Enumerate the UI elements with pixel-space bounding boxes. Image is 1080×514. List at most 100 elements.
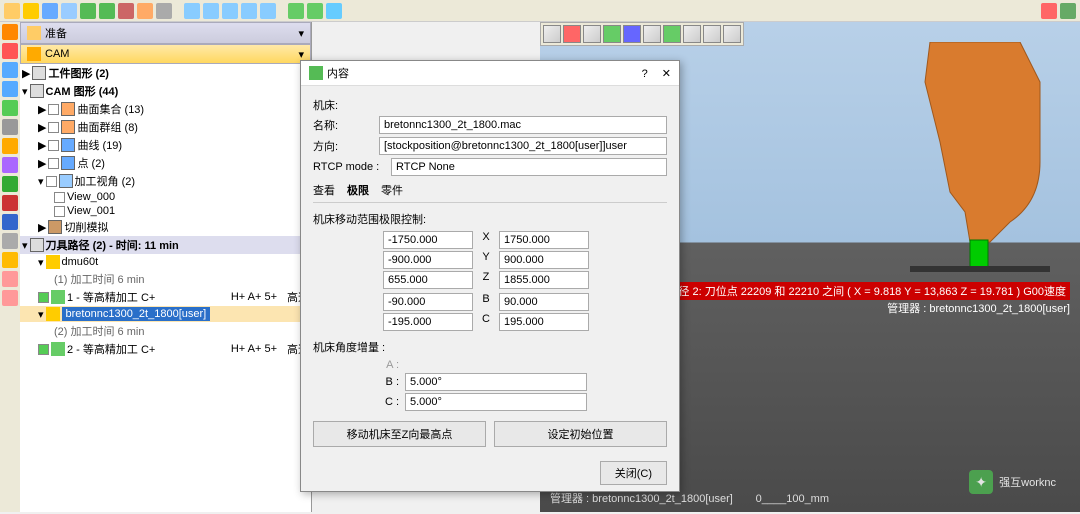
- tree-machine[interactable]: ▾bretonnc1300_2t_1800[user]: [20, 306, 311, 322]
- iso-icon[interactable]: [260, 3, 276, 19]
- view-wire-icon[interactable]: [663, 25, 681, 43]
- tool-14-icon[interactable]: [2, 271, 18, 287]
- tool-4-icon[interactable]: [2, 81, 18, 97]
- checkbox[interactable]: [48, 158, 59, 169]
- tool-5-icon[interactable]: [2, 100, 18, 116]
- checkbox[interactable]: [46, 176, 57, 187]
- tool-13-icon[interactable]: [2, 252, 18, 268]
- tree-op2[interactable]: 2 - 等高精加工 C+H+ A+ 5+高速: [20, 340, 311, 358]
- sheet-icon[interactable]: [307, 3, 323, 19]
- tree-camgeom[interactable]: ▾CAM 图形 (44): [20, 82, 311, 100]
- tool-2-icon[interactable]: [2, 43, 18, 59]
- checkbox[interactable]: [54, 192, 65, 203]
- view-cube-icon[interactable]: [543, 25, 561, 43]
- tool-3-icon[interactable]: [2, 62, 18, 78]
- view-blue-icon[interactable]: [623, 25, 641, 43]
- z-min-input[interactable]: [383, 271, 473, 289]
- play-icon[interactable]: [1060, 3, 1076, 19]
- view-red-icon[interactable]: [563, 25, 581, 43]
- y-min-input[interactable]: [383, 251, 473, 269]
- close-button[interactable]: 关闭(C): [600, 461, 667, 485]
- tree-viewangle[interactable]: ▾加工视角 (2): [20, 172, 311, 190]
- tree-surfgroup[interactable]: ▶曲面群组 (8): [20, 118, 311, 136]
- tree-label: 刀具路径 (2) - 时间: 11 min: [46, 237, 179, 253]
- pan-icon[interactable]: [203, 3, 219, 19]
- direction-field: 方向:: [313, 137, 667, 155]
- c-max-input[interactable]: [499, 313, 589, 331]
- tool-1-icon[interactable]: [2, 24, 18, 40]
- z-max-input[interactable]: [499, 271, 589, 289]
- prepare-header[interactable]: 准备▾: [20, 22, 311, 44]
- rtcp-input[interactable]: [391, 158, 667, 176]
- tool-10-icon[interactable]: [2, 195, 18, 211]
- checkbox[interactable]: [48, 140, 59, 151]
- tree-view0[interactable]: View_000: [20, 190, 311, 204]
- b-min-input[interactable]: [383, 293, 473, 311]
- tab-limit[interactable]: 极限: [347, 182, 369, 198]
- tab-view[interactable]: 查看: [313, 182, 335, 198]
- tree-dmu-sub: (1) 加工时间 6 min: [20, 270, 311, 288]
- tree-workpiece[interactable]: ▶工件图形 (2): [20, 64, 311, 82]
- cut-icon[interactable]: [118, 3, 134, 19]
- folder-icon: [32, 66, 46, 80]
- view-mesh-icon[interactable]: [683, 25, 701, 43]
- stop-icon[interactable]: [1041, 3, 1057, 19]
- tree-op1[interactable]: 1 - 等高精加工 C+H+ A+ 5+高速: [20, 288, 311, 306]
- tree-surfset[interactable]: ▶曲面集合 (13): [20, 100, 311, 118]
- axis-c-label: C: [479, 313, 493, 331]
- direction-input[interactable]: [379, 137, 667, 155]
- name-input[interactable]: [379, 116, 667, 134]
- info-icon[interactable]: [326, 3, 342, 19]
- cam-header[interactable]: CAM▾: [20, 44, 311, 64]
- y-max-input[interactable]: [499, 251, 589, 269]
- set-init-button[interactable]: 设定初始位置: [494, 421, 667, 447]
- tool-6-icon[interactable]: [2, 119, 18, 135]
- save-icon[interactable]: [42, 3, 58, 19]
- c-min-input[interactable]: [383, 313, 473, 331]
- tree-view1[interactable]: View_001: [20, 204, 311, 218]
- view-opt-icon[interactable]: [703, 25, 721, 43]
- checkbox[interactable]: [38, 292, 49, 303]
- view-opt2-icon[interactable]: [723, 25, 741, 43]
- tree-cutsim[interactable]: ▶切削模拟: [20, 218, 311, 236]
- view-green-icon[interactable]: [603, 25, 621, 43]
- move-z-button[interactable]: 移动机床至Z向最高点: [313, 421, 486, 447]
- calc-icon[interactable]: [288, 3, 304, 19]
- redo-icon[interactable]: [99, 3, 115, 19]
- rotate-icon[interactable]: [222, 3, 238, 19]
- dialog-titlebar[interactable]: 内容 ?✕: [301, 61, 679, 86]
- view-shade-icon[interactable]: [643, 25, 661, 43]
- tool-7-icon[interactable]: [2, 138, 18, 154]
- b-max-input[interactable]: [499, 293, 589, 311]
- close-icon[interactable]: ✕: [662, 68, 671, 80]
- tree-dmu[interactable]: ▾dmu60t: [20, 254, 311, 270]
- tree-points[interactable]: ▶点 (2): [20, 154, 311, 172]
- paste-icon[interactable]: [156, 3, 172, 19]
- x-max-input[interactable]: [499, 231, 589, 249]
- tool-9-icon[interactable]: [2, 176, 18, 192]
- tree-curves[interactable]: ▶曲线 (19): [20, 136, 311, 154]
- copy-icon[interactable]: [137, 3, 153, 19]
- status-line2: 管理器 : bretonnc1300_2t_1800[user]: [887, 303, 1070, 315]
- checkbox[interactable]: [48, 122, 59, 133]
- refresh-icon[interactable]: [61, 3, 77, 19]
- new-icon[interactable]: [4, 3, 20, 19]
- checkbox[interactable]: [38, 344, 49, 355]
- view-iso-icon[interactable]: [583, 25, 601, 43]
- tab-part[interactable]: 零件: [381, 182, 403, 198]
- x-min-input[interactable]: [383, 231, 473, 249]
- checkbox[interactable]: [48, 104, 59, 115]
- zoom-icon[interactable]: [184, 3, 200, 19]
- checkbox[interactable]: [54, 206, 65, 217]
- angle-c-input[interactable]: [405, 393, 587, 411]
- tool-15-icon[interactable]: [2, 290, 18, 306]
- tool-12-icon[interactable]: [2, 233, 18, 249]
- help-icon[interactable]: ?: [642, 68, 648, 80]
- fit-icon[interactable]: [241, 3, 257, 19]
- tool-8-icon[interactable]: [2, 157, 18, 173]
- tool-11-icon[interactable]: [2, 214, 18, 230]
- tree-toolpath[interactable]: ▾刀具路径 (2) - 时间: 11 min: [20, 236, 311, 254]
- open-icon[interactable]: [23, 3, 39, 19]
- undo-icon[interactable]: [80, 3, 96, 19]
- angle-b-input[interactable]: [405, 373, 587, 391]
